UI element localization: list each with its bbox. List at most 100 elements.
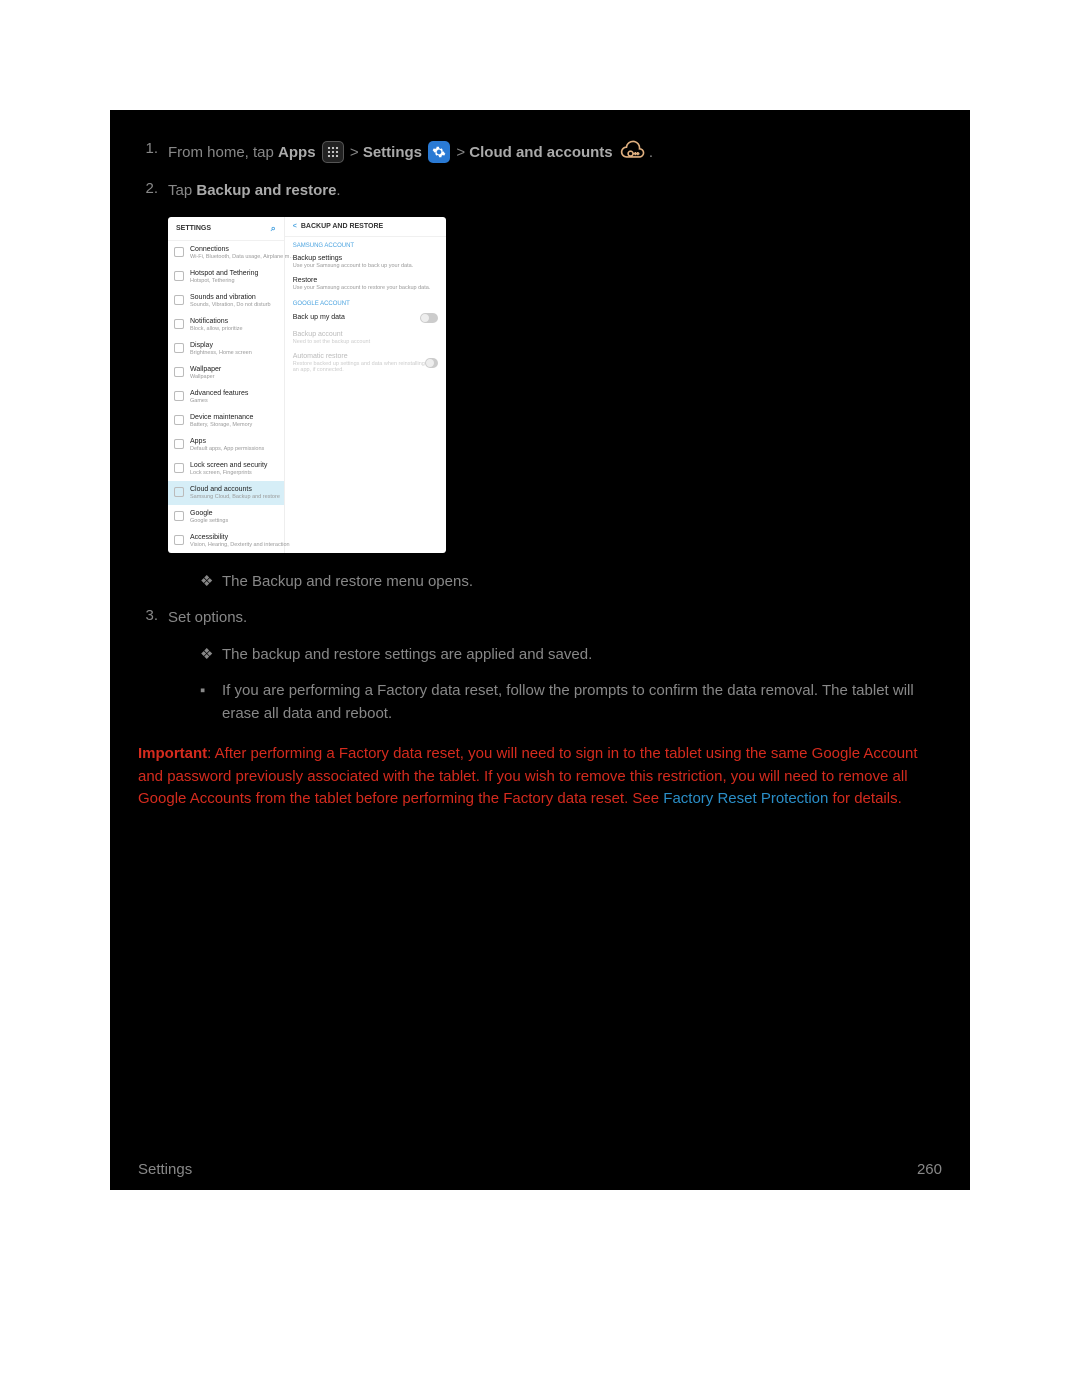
- back-icon[interactable]: <: [293, 223, 297, 230]
- backup-my-data-item[interactable]: Back up my data: [285, 309, 446, 327]
- step-3: 3. Set options.: [138, 607, 942, 630]
- toggle-icon: [425, 358, 438, 368]
- settings-item-icon: [174, 391, 184, 401]
- diamond-bullet-icon: ❖: [200, 571, 222, 594]
- backup-title: BACKUP AND RESTORE: [301, 223, 383, 230]
- toggle-icon[interactable]: [420, 313, 438, 323]
- important-note: Important: After performing a Factory da…: [138, 743, 942, 811]
- step-number: 3.: [138, 607, 168, 630]
- auto-restore-item: Automatic restore Restore backed up sett…: [285, 349, 446, 377]
- settings-item-sub: Vision, Hearing, Dexterity and interacti…: [190, 542, 290, 548]
- sep: >: [350, 144, 363, 161]
- factory-reset-protection-link[interactable]: Factory Reset Protection: [663, 790, 828, 807]
- settings-item-icon: [174, 511, 184, 521]
- step-body: From home, tap Apps > Settings > Cloud a…: [168, 140, 942, 166]
- settings-item-title: Sounds and vibration: [190, 294, 278, 301]
- settings-item-sub: Brightness, Home screen: [190, 350, 278, 356]
- list-item: ▪If you are performing a Factory data re…: [200, 680, 942, 725]
- settings-item-icon: [174, 439, 184, 449]
- text: If you are performing a Factory data res…: [222, 680, 942, 725]
- settings-item-title: Google: [190, 510, 278, 517]
- settings-item[interactable]: WallpaperWallpaper: [168, 361, 284, 385]
- settings-item-icon: [174, 535, 184, 545]
- settings-item-sub: Lock screen, Fingerprints: [190, 470, 278, 476]
- settings-item-title: Advanced features: [190, 390, 278, 397]
- step2-result-list: ❖The Backup and restore menu opens.: [200, 571, 942, 594]
- settings-label: Settings: [363, 144, 422, 161]
- settings-gear-icon: [428, 141, 450, 163]
- section-google: GOOGLE ACCOUNT: [285, 295, 446, 309]
- settings-item[interactable]: NotificationsBlock, allow, prioritize: [168, 313, 284, 337]
- settings-item-title: Apps: [190, 438, 278, 445]
- settings-sidebar: SETTINGS ⌕ ConnectionsWi-Fi, Bluetooth, …: [168, 217, 285, 553]
- settings-item-icon: [174, 247, 184, 257]
- settings-item[interactable]: Cloud and accountsSamsung Cloud, Backup …: [168, 481, 284, 505]
- text: From home, tap: [168, 144, 278, 161]
- text: Tap: [168, 182, 196, 199]
- list-item: ❖The backup and restore settings are app…: [200, 644, 942, 667]
- step-number: 2.: [138, 180, 168, 203]
- settings-item-title: Lock screen and security: [190, 462, 278, 469]
- sep: >: [456, 144, 469, 161]
- search-icon[interactable]: ⌕: [271, 223, 276, 234]
- settings-item-icon: [174, 367, 184, 377]
- step-body: Set options.: [168, 607, 942, 630]
- step-number: 1.: [138, 140, 168, 166]
- settings-item[interactable]: Lock screen and securityLock screen, Fin…: [168, 457, 284, 481]
- page-footer: Settings 260: [138, 1155, 942, 1178]
- settings-item-sub: Games: [190, 398, 278, 404]
- settings-item[interactable]: AppsDefault apps, App permissions: [168, 433, 284, 457]
- step-body: Tap Backup and restore.: [168, 180, 942, 203]
- settings-item[interactable]: AccessibilityVision, Hearing, Dexterity …: [168, 529, 284, 553]
- restore-item[interactable]: Restore Use your Samsung account to rest…: [285, 273, 446, 295]
- settings-item-title: Display: [190, 342, 278, 349]
- apps-icon: [322, 141, 344, 163]
- step-1: 1. From home, tap Apps > Settings > Clou…: [138, 140, 942, 166]
- settings-header: SETTINGS ⌕: [168, 217, 284, 241]
- step-list: 3. Set options.: [138, 607, 942, 630]
- end: .: [336, 182, 340, 199]
- settings-title: SETTINGS: [176, 225, 211, 232]
- settings-item-icon: [174, 343, 184, 353]
- settings-item-sub: Google settings: [190, 518, 278, 524]
- settings-item-icon: [174, 487, 184, 497]
- step-2: 2. Tap Backup and restore.: [138, 180, 942, 203]
- settings-item-sub: Wi-Fi, Bluetooth, Data usage, Airplane m…: [190, 254, 295, 260]
- settings-item[interactable]: ConnectionsWi-Fi, Bluetooth, Data usage,…: [168, 241, 284, 265]
- text: The Backup and restore menu opens.: [222, 571, 473, 594]
- important-text-2: for details.: [828, 790, 901, 807]
- settings-item-icon: [174, 415, 184, 425]
- settings-item[interactable]: Device maintenanceBattery, Storage, Memo…: [168, 409, 284, 433]
- end: .: [649, 144, 653, 161]
- backup-settings-item[interactable]: Backup settings Use your Samsung account…: [285, 251, 446, 273]
- backup-panel: < BACKUP AND RESTORE SAMSUNG ACCOUNT Back…: [285, 217, 446, 553]
- settings-item-title: Wallpaper: [190, 366, 278, 373]
- important-label: Important: [138, 745, 207, 762]
- settings-list: ConnectionsWi-Fi, Bluetooth, Data usage,…: [168, 241, 284, 553]
- settings-item-title: Hotspot and Tethering: [190, 270, 278, 277]
- settings-item[interactable]: Hotspot and TetheringHotspot, Tethering: [168, 265, 284, 289]
- settings-item[interactable]: Advanced featuresGames: [168, 385, 284, 409]
- key-cloud-icon: [619, 139, 647, 165]
- settings-item-sub: Hotspot, Tethering: [190, 278, 278, 284]
- page-content: 1. From home, tap Apps > Settings > Clou…: [138, 140, 942, 1155]
- backup-account-item: Backup account Need to set the backup ac…: [285, 327, 446, 349]
- text: The backup and restore settings are appl…: [222, 644, 592, 667]
- settings-item-title: Notifications: [190, 318, 278, 325]
- settings-item-icon: [174, 319, 184, 329]
- settings-item-sub: Block, allow, prioritize: [190, 326, 278, 332]
- settings-item[interactable]: DisplayBrightness, Home screen: [168, 337, 284, 361]
- settings-item-icon: [174, 463, 184, 473]
- settings-item[interactable]: Sounds and vibrationSounds, Vibration, D…: [168, 289, 284, 313]
- section-samsung: SAMSUNG ACCOUNT: [285, 237, 446, 251]
- settings-item-icon: [174, 271, 184, 281]
- step3-result-list: ❖The backup and restore settings are app…: [200, 644, 942, 726]
- apps-label: Apps: [278, 144, 316, 161]
- backup-header: < BACKUP AND RESTORE: [285, 217, 446, 237]
- cloud-label: Cloud and accounts: [469, 144, 612, 161]
- settings-item-title: Cloud and accounts: [190, 486, 280, 493]
- settings-item[interactable]: GoogleGoogle settings: [168, 505, 284, 529]
- square-bullet-icon: ▪: [200, 680, 222, 725]
- list-item: ❖The Backup and restore menu opens.: [200, 571, 942, 594]
- settings-item-title: Connections: [190, 246, 295, 253]
